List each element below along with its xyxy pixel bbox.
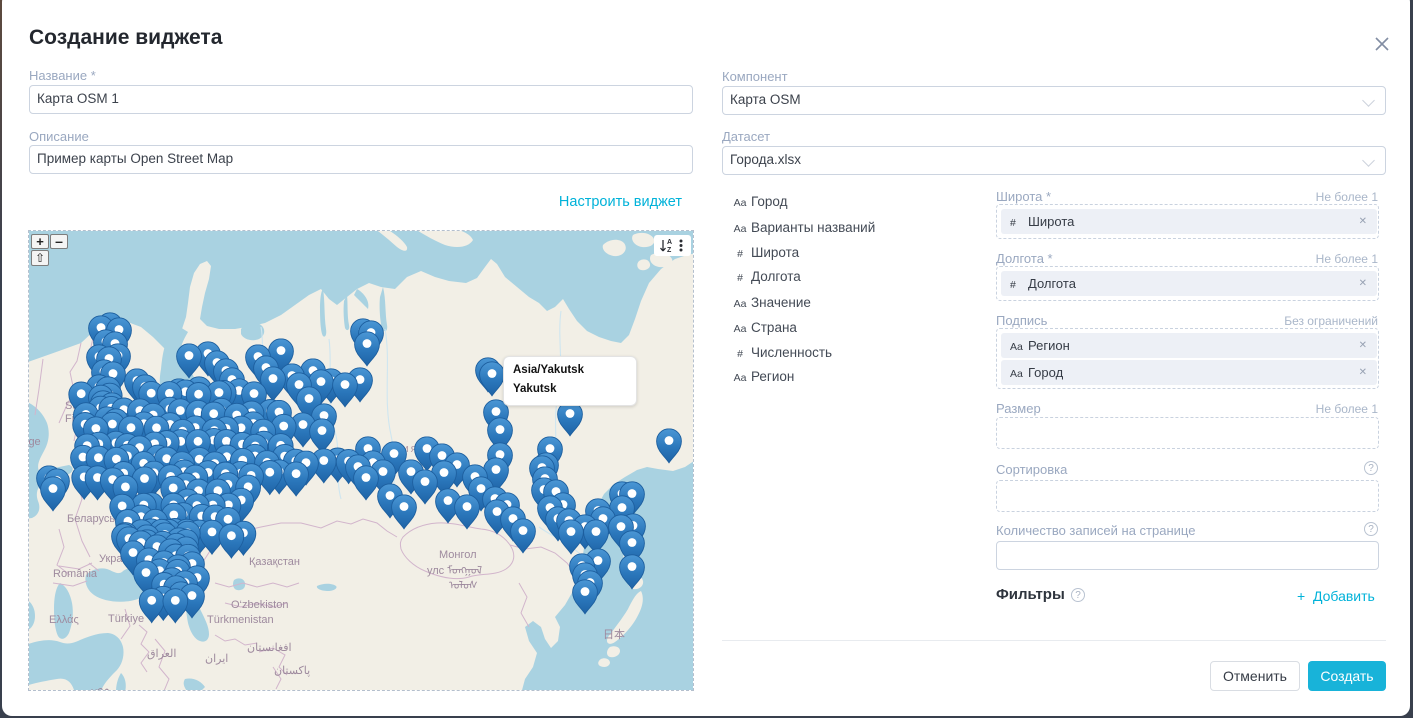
- svg-text:افغانستان: افغانستان: [247, 642, 292, 654]
- svg-text:Türkmenistan: Türkmenistan: [207, 614, 274, 626]
- svg-text:مصر: مصر: [87, 683, 110, 690]
- svg-text:پاکستان: پاکستان: [274, 665, 310, 677]
- svg-text:日本: 日本: [603, 627, 625, 641]
- svg-text:العراق: العراق: [147, 648, 176, 660]
- svg-text:улс ᠮᠣᠩᠭᠣᠯ: улс ᠮᠣᠩᠭᠣᠯ: [427, 564, 482, 577]
- svg-text:Беларусь: Беларусь: [67, 513, 115, 525]
- svg-text:A: A: [667, 239, 672, 246]
- svg-text:O‘zbekiston: O‘zbekiston: [231, 599, 288, 611]
- svg-text:ige: ige: [29, 436, 41, 448]
- svg-text:ايران: ايران: [205, 653, 228, 665]
- svg-text:România: România: [53, 568, 98, 580]
- svg-text:Türkiye: Türkiye: [108, 613, 144, 625]
- svg-text:Ελλάς: Ελλάς: [49, 614, 79, 626]
- svg-text:Қазақстан: Қазақстан: [249, 556, 300, 568]
- svg-text:Монгол: Монгол: [439, 549, 477, 561]
- svg-text:ᠤᠯᠤᠰ: ᠤᠯᠤᠰ: [449, 580, 478, 592]
- svg-text:Z: Z: [667, 247, 672, 254]
